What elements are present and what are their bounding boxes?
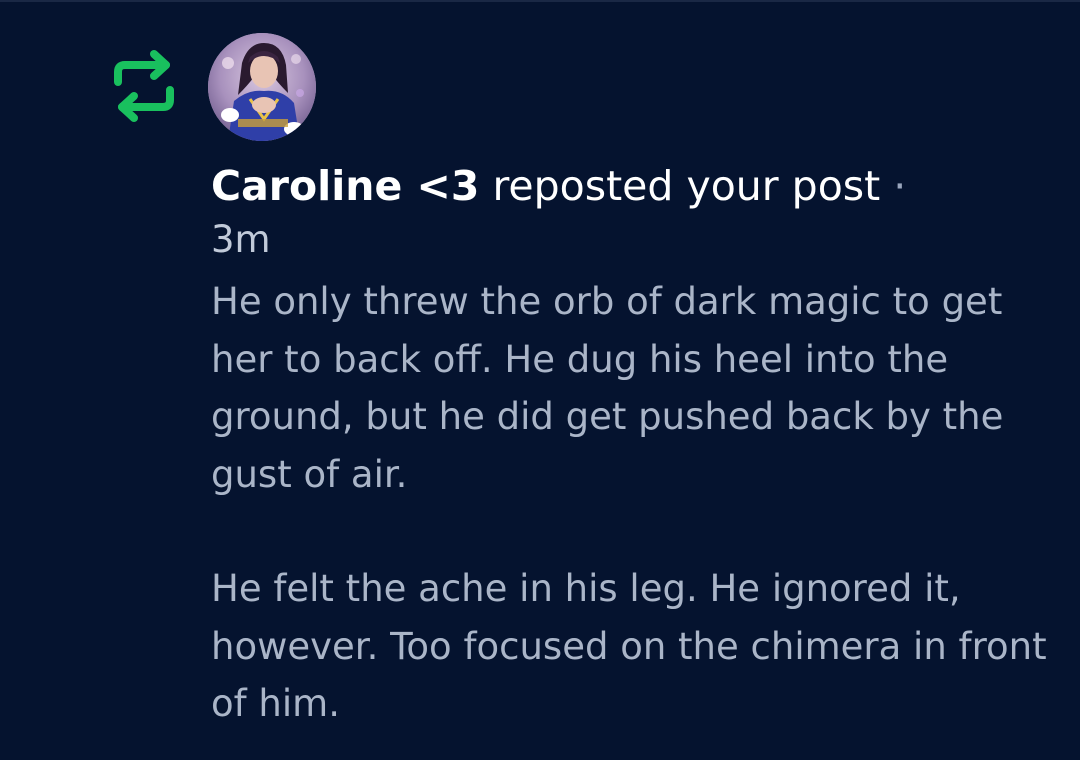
repost-notification[interactable]: Caroline <3 reposted your post · 3m He o…	[0, 0, 1080, 760]
separator-dot: ·	[893, 162, 907, 210]
post-paragraph: He felt the ache in his leg. He ignored …	[211, 567, 1047, 725]
timestamp: 3m	[211, 218, 271, 261]
post-paragraph: He only threw the orb of dark magic to g…	[211, 280, 1004, 496]
user-avatar[interactable]	[208, 33, 316, 141]
action-text: reposted your post	[492, 162, 881, 210]
post-preview[interactable]: He only threw the orb of dark magic to g…	[211, 273, 1051, 733]
repost-icon	[108, 50, 180, 122]
notification-content: Caroline <3 reposted your post · 3m He o…	[211, 158, 1051, 733]
notification-header: Caroline <3 reposted your post ·	[211, 158, 1051, 215]
username[interactable]: Caroline <3	[211, 162, 479, 210]
